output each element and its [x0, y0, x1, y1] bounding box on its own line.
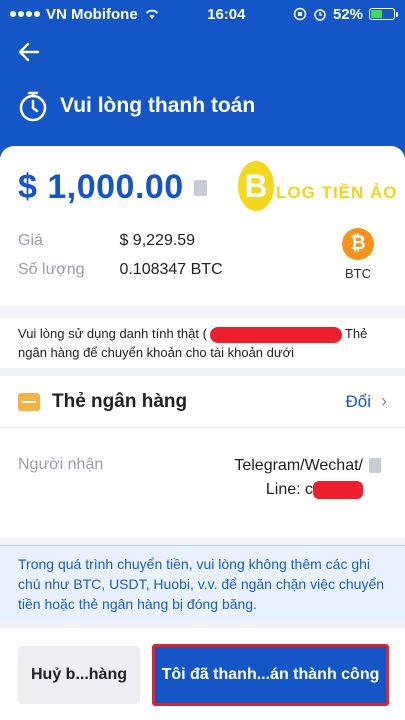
redaction-mark — [209, 326, 342, 343]
carrier-text: VN Mobifone — [46, 5, 138, 23]
recipient-line-2: Line: c — [265, 481, 313, 498]
recipient-label: Người nhận — [18, 456, 104, 473]
quantity-value: 0.108347 BTC — [119, 261, 223, 278]
payment-completed-button[interactable]: Tôi đã thanh...án thành công — [152, 644, 389, 706]
recipient-value: Telegram/Wechat/ Line: c — [234, 454, 381, 502]
action-bar: Huỷ b...hàng Tôi đã thanh...án thành côn… — [0, 628, 405, 720]
battery-percent: 52% — [332, 5, 363, 23]
amount-value: $ 1,000.00 — [18, 168, 184, 206]
identity-notice-text-1: Vui lòng sử dụng danh tính thật ( — [18, 326, 207, 341]
copy-amount-icon[interactable] — [193, 179, 207, 196]
price-row: Giá $ 9,229.59 — [18, 232, 195, 250]
page-title-row: Vui lòng thanh toán — [18, 90, 255, 122]
bitcoin-icon: ₿ — [342, 228, 374, 260]
recipient-line-1: Telegram/Wechat/ — [234, 457, 363, 474]
page-title: Vui lòng thanh toán — [60, 94, 256, 117]
orientation-lock-icon — [293, 7, 307, 21]
transfer-warning: Trong quá trình chuyển tiền, vui lòng kh… — [0, 545, 405, 621]
coin-label: BTC — [345, 266, 371, 281]
logo-text: LOG TIỀN ẢO — [276, 183, 398, 202]
header-area: VN Mobifone 16:04 52% Vui lòng thanh toá… — [0, 0, 405, 160]
redaction-mark-2 — [313, 480, 363, 499]
chevron-right-icon[interactable]: › — [381, 391, 387, 412]
copy-recipient-icon[interactable] — [369, 458, 381, 474]
price-label: Giá — [18, 232, 43, 249]
quantity-row: Số lượng 0.108347 BTC — [18, 261, 223, 279]
transfer-warning-text: Trong quá trình chuyển tiền, vui lòng kh… — [18, 556, 385, 612]
alarm-icon — [314, 9, 326, 21]
quantity-label: Số lượng — [18, 261, 85, 278]
cancel-order-button[interactable]: Huỷ b...hàng — [18, 646, 140, 704]
bank-section: Thẻ ngân hàng Đổi › Người nhận Telegram/… — [0, 376, 405, 538]
bank-card-icon — [18, 392, 40, 411]
signal-icon — [10, 11, 40, 17]
wifi-icon — [145, 9, 158, 19]
logo-letter: B — [238, 161, 274, 211]
payment-method-title: Thẻ ngân hàng — [52, 390, 188, 412]
coin-badge: ₿ BTC — [342, 228, 374, 281]
blog-logo: B LOG TIỀN ẢO — [238, 161, 398, 211]
stopwatch-icon — [19, 91, 47, 122]
battery-icon — [369, 8, 398, 20]
payment-method-row[interactable]: Thẻ ngân hàng Đổi › — [0, 376, 405, 428]
status-bar: VN Mobifone 16:04 52% — [0, 0, 405, 28]
clock-text: 16:04 — [207, 5, 246, 23]
change-method-link[interactable]: Đổi — [345, 392, 371, 412]
back-arrow-icon[interactable] — [18, 40, 40, 66]
price-value: $ 9,229.59 — [119, 232, 196, 249]
order-summary-card: $ 1,000.00 B LOG TIỀN ẢO Giá $ 9,229.59 … — [0, 146, 405, 306]
identity-notice: Vui lòng sử dụng danh tính thật (Thẻ ngâ… — [0, 318, 405, 368]
